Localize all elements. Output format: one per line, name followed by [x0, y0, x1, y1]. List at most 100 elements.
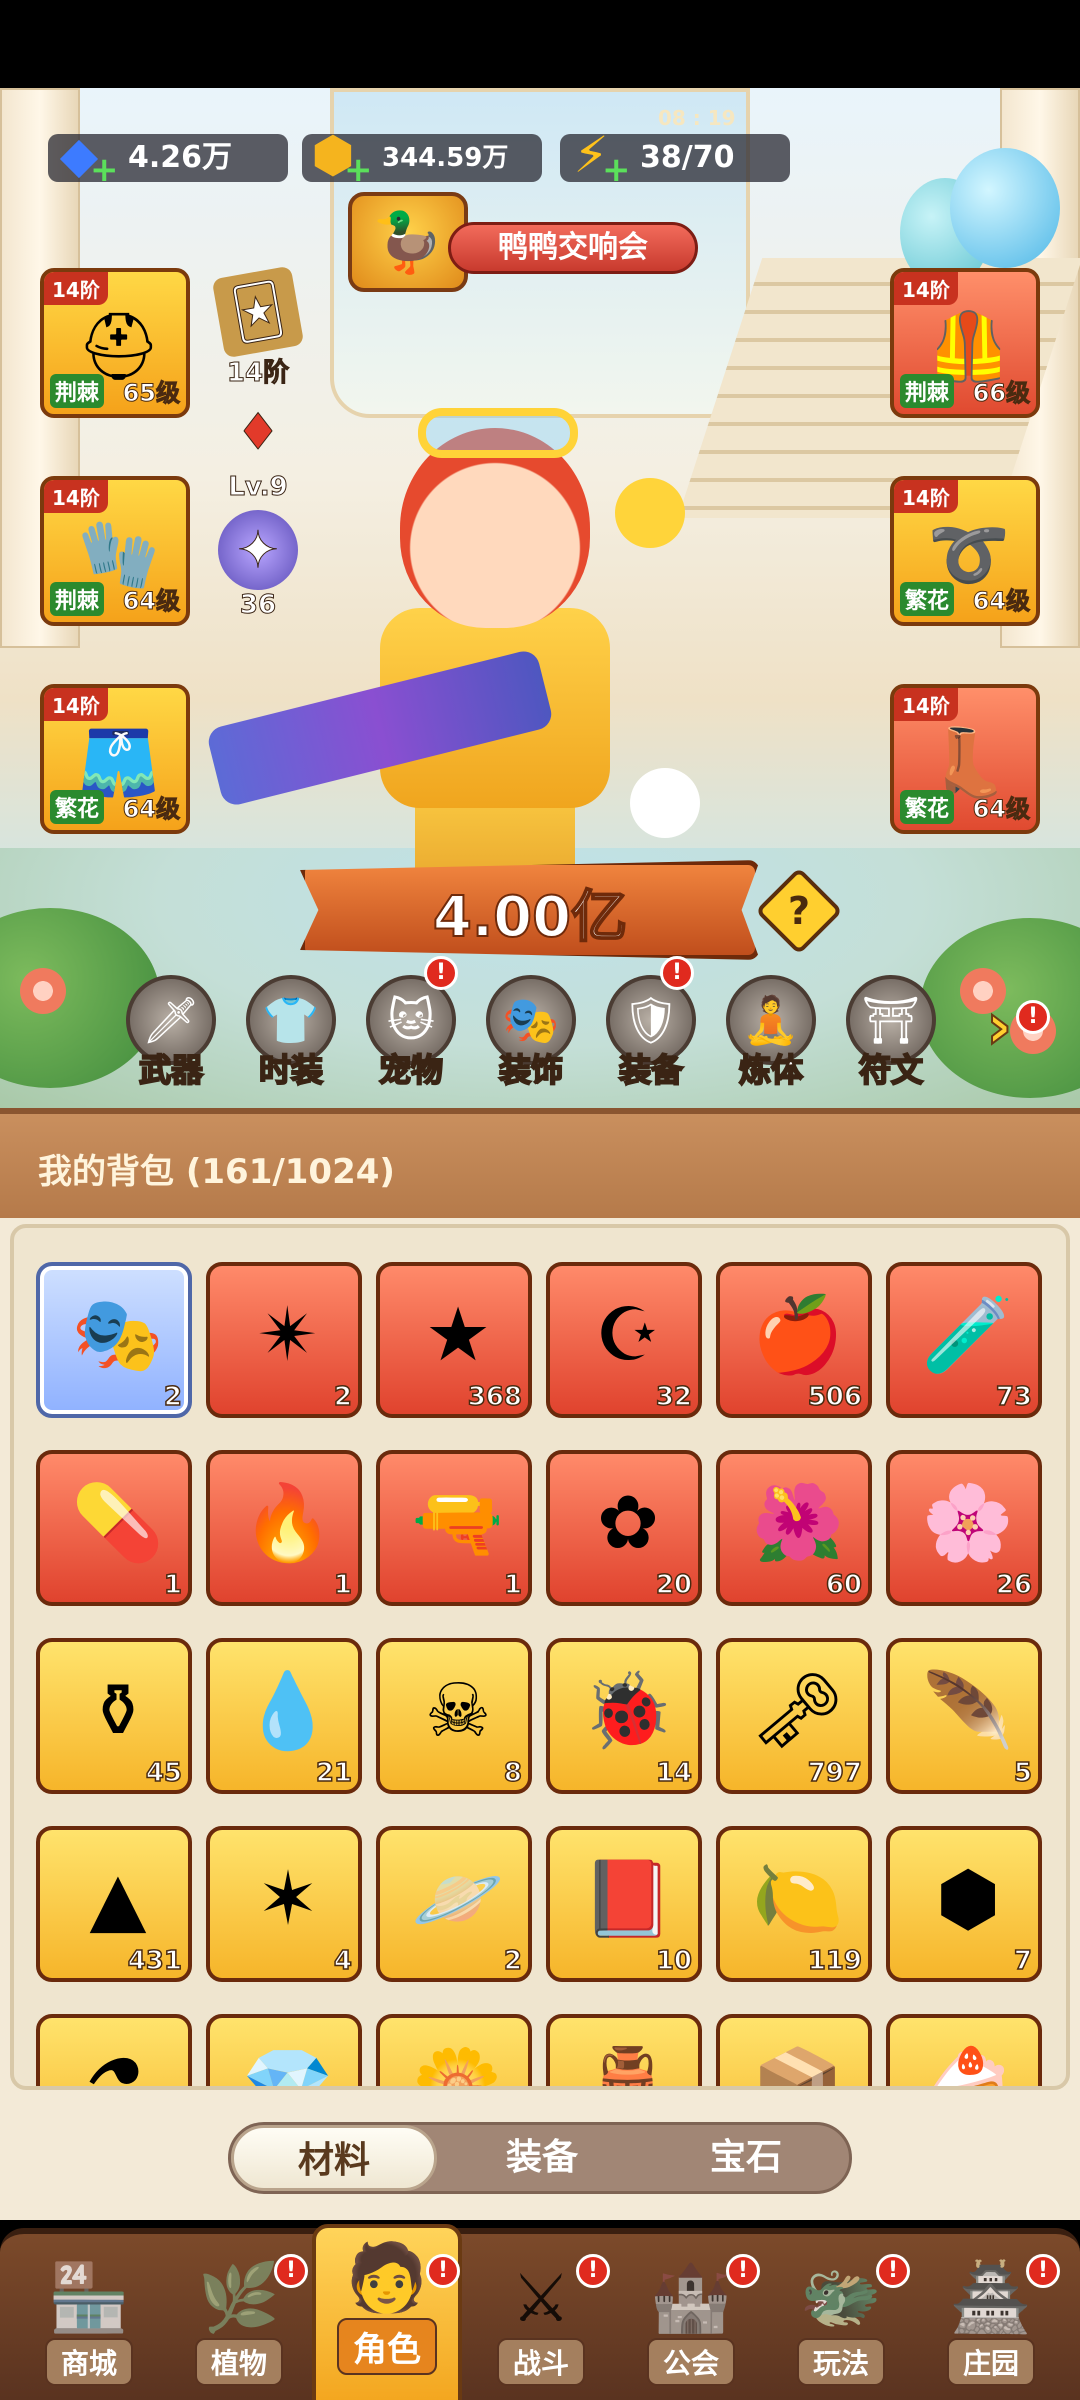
set-label: 繁花	[900, 790, 955, 824]
fire-feather-icon: 🪶	[921, 1667, 1015, 1754]
side-item-red-gem[interactable]: ♦ Lv.9	[208, 392, 308, 503]
tab-gems[interactable]: 宝石	[643, 2125, 849, 2191]
backpack-item[interactable]: ⚗	[36, 2014, 192, 2086]
key-icon: 🗝	[751, 1667, 845, 1754]
backpack-item[interactable]: 🪐 2	[376, 1826, 532, 1982]
orbit-orb-icon: 🪐	[411, 1855, 505, 1942]
item-count: 14	[655, 1757, 693, 1789]
backpack-item[interactable]: ☪ 32	[546, 1262, 702, 1418]
backpack-item[interactable]: 🪶 5	[886, 1638, 1042, 1794]
backpack-item[interactable]: 🎭 2	[36, 1262, 192, 1418]
card-icon: 🃏	[211, 265, 305, 359]
backpack-item[interactable]: 🌼	[376, 2014, 532, 2086]
notification-badge: !	[576, 2254, 610, 2288]
equip-slot-vest[interactable]: 14阶 🦺 荆棘 66级	[890, 268, 1040, 418]
feature-label: 符文	[858, 1050, 924, 1090]
backpack-item[interactable]: 📕 10	[546, 1826, 702, 1982]
equip-slot-glove[interactable]: 14阶 🧤 荆棘 64级	[40, 476, 190, 626]
backpack-item[interactable]: ✴ 2	[206, 1262, 362, 1418]
backpack-item[interactable]: 🔥 1	[206, 1450, 362, 1606]
backpack-item[interactable]: 🔫 1	[376, 1450, 532, 1606]
notification-badge: !	[1016, 1000, 1050, 1034]
energy-timer: 08 : 19	[658, 106, 736, 130]
item-count: 7	[1013, 1945, 1033, 1977]
plant-fire-icon: 🌺	[751, 1479, 845, 1566]
spell-book-icon: 📕	[581, 1855, 675, 1942]
feature-decoration[interactable]: 🎭 装饰	[484, 975, 578, 1091]
backpack-item[interactable]: 💧 21	[206, 1638, 362, 1794]
feature-body[interactable]: 🧘 炼体	[724, 975, 818, 1091]
backpack-item[interactable]: ⚱ 45	[36, 1638, 192, 1794]
feature-pet[interactable]: 🐱 宠物	[364, 975, 458, 1091]
backpack-item[interactable]: ★ 368	[376, 1262, 532, 1418]
energy-counter[interactable]: ⚡ + 38/70	[560, 130, 790, 190]
equip-slot-helmet[interactable]: 14阶 ⛑ 荆棘 65级	[40, 268, 190, 418]
set-label: 繁花	[50, 790, 105, 824]
level-label: 64级	[122, 795, 180, 824]
backpack-item[interactable]: ✿ 20	[546, 1450, 702, 1606]
apple-potion-icon: 🍎	[751, 1291, 845, 1378]
goggles-icon	[418, 408, 578, 458]
feature-weapon[interactable]: 🗡 武器	[124, 975, 218, 1091]
feature-rune[interactable]: ⛩ 符文	[844, 975, 938, 1091]
side-item-card[interactable]: 🃏 14阶	[208, 265, 308, 389]
side-item-label: 14阶	[226, 358, 290, 389]
nav-label: 角色	[337, 2318, 437, 2375]
item-count: 20	[655, 1569, 693, 1601]
balloon-icon	[950, 148, 1060, 268]
equip-slot-belt[interactable]: 14阶 ➰ 繁花 64级	[890, 476, 1040, 626]
event-banner[interactable]: 🦆 鸭鸭交响会	[348, 192, 708, 292]
backpack-grid[interactable]: 🎭 2 ✴ 2 ★ 368 ☪ 32 🍎 506 🧪 73 💊 1 🔥 1 🔫 1 ✿ 20 🌺 60 🌸 26 ⚱ 45 💧 21 ☠…	[10, 1224, 1070, 2090]
feature-outfit[interactable]: 👕 时装	[244, 975, 338, 1091]
item-count: 2	[503, 1945, 523, 1977]
coins-counter[interactable]: ⬢ + 344.59万	[302, 130, 542, 190]
gems-value: 4.26万	[128, 140, 233, 175]
purple-star-icon: ✶	[256, 1856, 319, 1942]
backpack-header: 我的背包 (161/1024)	[0, 1108, 1080, 1218]
add-energy-icon[interactable]: +	[602, 146, 631, 194]
side-item-star-orb[interactable]: ✦ 36	[208, 510, 308, 621]
shop-icon: 🏪	[47, 2259, 131, 2336]
backpack-item[interactable]: 🏺	[546, 2014, 702, 2090]
backpack-item[interactable]: ✶ 4	[206, 1826, 362, 1982]
item-count: 797	[807, 1757, 863, 1789]
blaster-icon: 🔫	[411, 1479, 505, 1566]
equip-slot-boots[interactable]: 14阶 👢 繁花 64级	[890, 684, 1040, 834]
tab-materials[interactable]: 材料	[231, 2125, 437, 2191]
item-count: 8	[503, 1757, 523, 1789]
hero-character[interactable]	[205, 368, 750, 928]
add-coins-icon[interactable]: +	[344, 146, 373, 194]
backpack-item[interactable]: 🗝 797	[716, 1638, 872, 1794]
water-drop-icon: 💧	[241, 1667, 335, 1754]
backpack-item[interactable]: ▲ 431	[36, 1826, 192, 1982]
backpack-item[interactable]: 🐞 14	[546, 1638, 702, 1794]
add-gems-icon[interactable]: +	[90, 146, 119, 194]
notification-badge: !	[1026, 2254, 1060, 2288]
backpack-item[interactable]: 🍰	[886, 2014, 1042, 2086]
backpack-item[interactable]: 📦	[716, 2014, 872, 2086]
notification-badge: !	[726, 2254, 760, 2288]
tab-equipment[interactable]: 装备	[439, 2125, 645, 2191]
item-count: 73	[995, 1381, 1033, 1413]
nav-character[interactable]: 🧑 角色	[312, 2224, 462, 2400]
backpack-item[interactable]: ⬢ 7	[886, 1826, 1042, 1982]
backpack-item[interactable]: 🍋 119	[716, 1826, 872, 1982]
item-count: 2	[163, 1381, 183, 1413]
backpack-item[interactable]: 🌸 26	[886, 1450, 1042, 1606]
backpack-item[interactable]: 💎	[206, 2014, 362, 2086]
blue-star-icon: ★	[424, 1292, 492, 1378]
backpack-item[interactable]: 🌺 60	[716, 1450, 872, 1606]
backpack-item[interactable]: 🍎 506	[716, 1262, 872, 1418]
backpack-item[interactable]: ☠ 8	[376, 1638, 532, 1794]
backpack-item[interactable]: 🧪 73	[886, 1262, 1042, 1418]
item-count: 2	[333, 1381, 353, 1413]
feature-equipment[interactable]: 🛡 装备	[604, 975, 698, 1091]
nav-shop[interactable]: 🏪 商城	[14, 2248, 164, 2398]
item-count: 60	[825, 1569, 863, 1601]
backpack-item[interactable]: 💊 1	[36, 1450, 192, 1606]
equip-slot-shorts[interactable]: 14阶 🩳 繁花 64级	[40, 684, 190, 834]
gems-counter[interactable]: ◆ + 4.26万	[48, 130, 288, 190]
bottom-nav: 🏪 商城 🌿 植物 🧑 角色 ⚔ 战斗 🏰 公会 🐲 玩法 🏯 庄园	[0, 2224, 1080, 2400]
duck-icon	[630, 768, 700, 838]
pot-icon: 🏺	[581, 2043, 675, 2090]
